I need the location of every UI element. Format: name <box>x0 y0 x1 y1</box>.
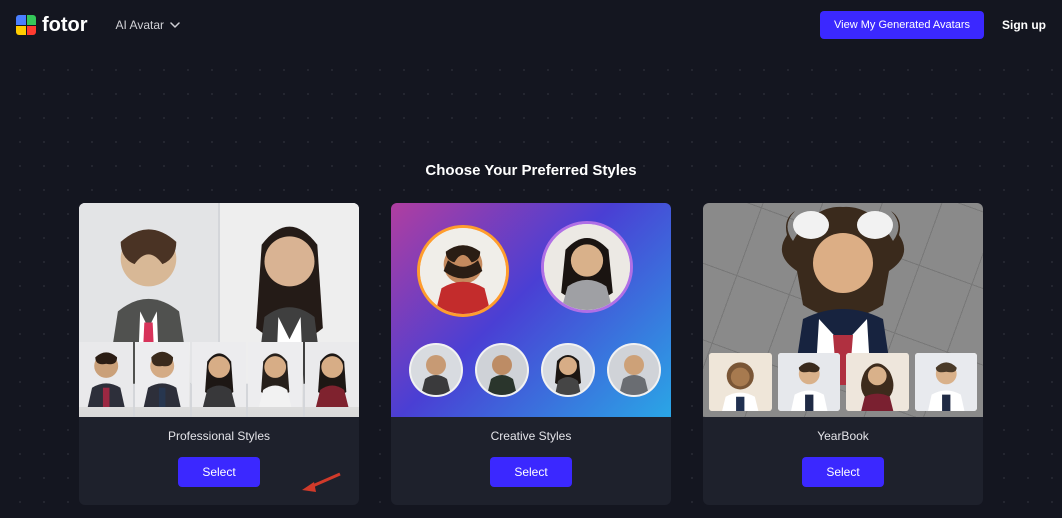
brand-name: fotor <box>42 14 88 37</box>
nav-ai-avatar[interactable]: AI Avatar <box>116 18 180 32</box>
style-preview-professional <box>79 203 359 417</box>
page-title: Choose Your Preferred Styles <box>0 162 1062 179</box>
header-left: fotor AI Avatar <box>16 14 180 37</box>
content: Choose Your Preferred Styles <box>0 50 1062 505</box>
style-title-yearbook: YearBook <box>817 429 869 443</box>
view-avatars-button[interactable]: View My Generated Avatars <box>820 11 984 39</box>
select-button-professional[interactable]: Select <box>178 457 259 487</box>
style-card-professional: Professional Styles Select <box>79 203 359 505</box>
style-cards: Professional Styles Select <box>0 203 1062 505</box>
style-title-creative: Creative Styles <box>491 429 572 443</box>
style-title-professional: Professional Styles <box>168 429 270 443</box>
style-card-yearbook: YearBook Select <box>703 203 983 505</box>
select-button-yearbook[interactable]: Select <box>802 457 883 487</box>
fotor-logo-icon <box>16 15 36 35</box>
signup-link[interactable]: Sign up <box>1002 18 1046 32</box>
select-button-creative[interactable]: Select <box>490 457 571 487</box>
header: fotor AI Avatar View My Generated Avatar… <box>0 0 1062 50</box>
style-preview-yearbook <box>703 203 983 417</box>
nav-label: AI Avatar <box>116 18 164 32</box>
brand-logo[interactable]: fotor <box>16 14 88 37</box>
header-right: View My Generated Avatars Sign up <box>820 11 1046 39</box>
style-preview-creative <box>391 203 671 417</box>
style-card-creative: Creative Styles Select <box>391 203 671 505</box>
chevron-down-icon <box>170 22 180 28</box>
